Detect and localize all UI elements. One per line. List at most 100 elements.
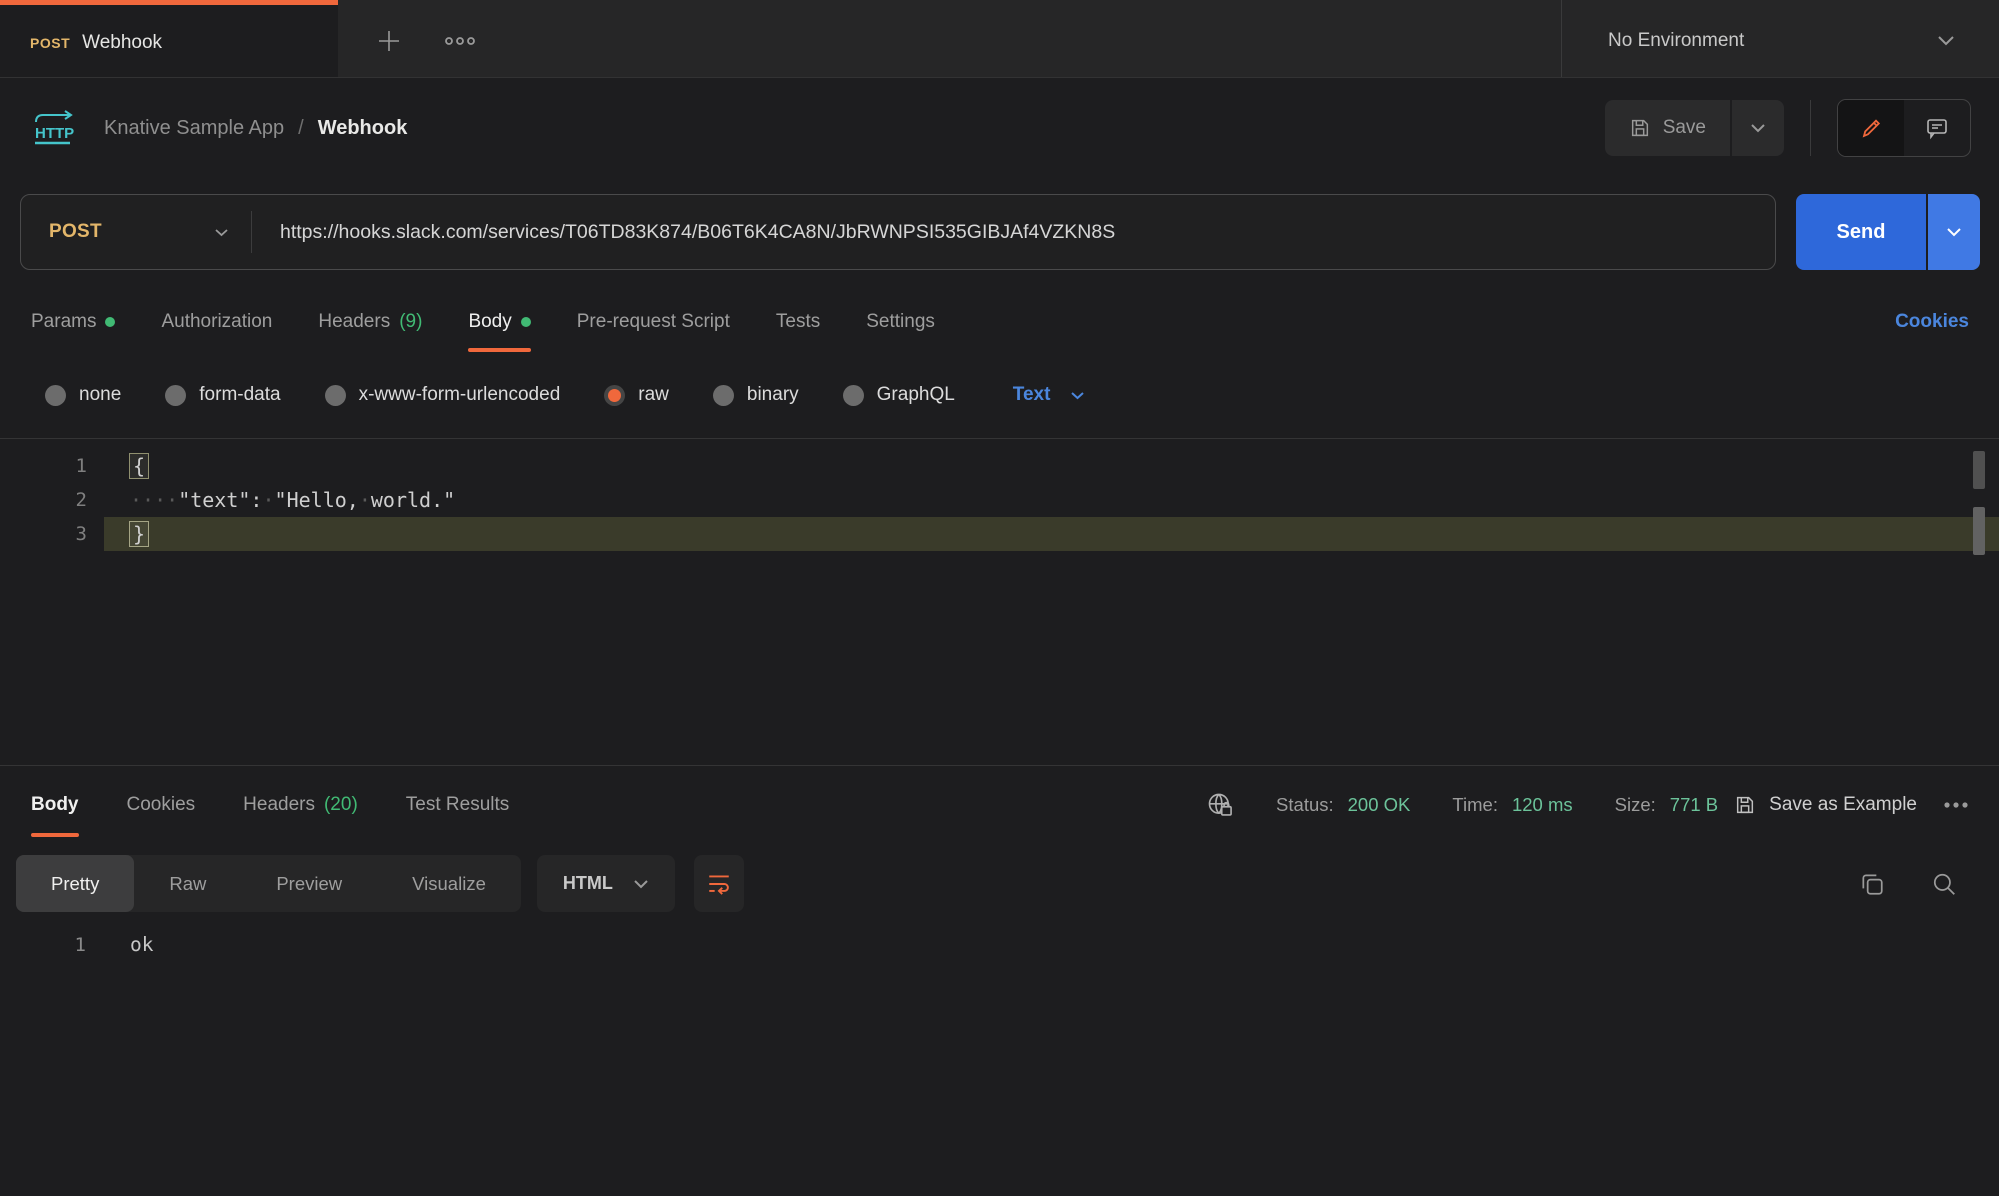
comments-button[interactable] — [1904, 100, 1970, 156]
request-tab-body[interactable]: Body — [468, 292, 530, 352]
breadcrumb: Knative Sample App / Webhook — [104, 117, 407, 140]
top-tab-bar: POST Webhook No Environment — [0, 0, 1999, 78]
code-text: } — [130, 517, 148, 551]
view-visualize[interactable]: Visualize — [377, 855, 521, 912]
radio-icon — [843, 385, 864, 406]
response-options-button[interactable] — [1943, 801, 1969, 809]
status-value: 200 OK — [1348, 794, 1411, 816]
save-button[interactable]: Save — [1605, 100, 1730, 156]
method-value: POST — [49, 221, 102, 243]
body-language-selector[interactable]: Text — [1013, 384, 1086, 406]
globe-lock-icon[interactable] — [1206, 791, 1234, 819]
view-label: Preview — [276, 873, 342, 895]
wrap-text-button[interactable] — [694, 855, 744, 912]
radio-icon — [713, 385, 734, 406]
body-type-graphql[interactable]: GraphQL — [843, 384, 955, 406]
radio-icon — [325, 385, 346, 406]
line-number: 3 — [0, 517, 87, 551]
request-tab-pre-request-script[interactable]: Pre-request Script — [577, 292, 730, 352]
method-selector[interactable]: POST — [21, 221, 251, 243]
response-body-viewer[interactable]: 1ok — [0, 912, 1999, 962]
editor-line[interactable]: 3} — [0, 517, 1999, 551]
environment-label: No Environment — [1608, 30, 1744, 52]
radio-icon — [45, 385, 66, 406]
tab-label: Cookies — [127, 794, 196, 816]
new-tab-button[interactable] — [376, 28, 402, 54]
request-body-editor[interactable]: 1{2····"text":·"Hello,·world."3} — [0, 438, 1999, 765]
editor-scrollbar-thumb[interactable] — [1973, 507, 1985, 555]
body-type-label: none — [79, 384, 121, 406]
view-pretty[interactable]: Pretty — [16, 855, 134, 912]
body-type-label: binary — [747, 384, 799, 406]
radio-icon — [604, 385, 625, 406]
send-button[interactable]: Send — [1796, 194, 1926, 270]
http-request-icon: HTTP — [32, 110, 78, 146]
unsaved-dot — [521, 317, 531, 327]
search-response-button[interactable] — [1931, 871, 1957, 897]
line-number: 1 — [0, 928, 86, 962]
response-format-selector[interactable]: HTML — [537, 855, 675, 912]
tab-label: Body — [468, 311, 511, 333]
chevron-down-icon — [1937, 35, 1955, 46]
response-tab-test-results[interactable]: Test Results — [406, 766, 509, 843]
request-tab-tests[interactable]: Tests — [776, 292, 820, 352]
response-tab-headers[interactable]: Headers(20) — [243, 766, 358, 843]
view-raw[interactable]: Raw — [134, 855, 241, 912]
save-options-button[interactable] — [1732, 100, 1784, 156]
editor-line[interactable]: 2····"text":·"Hello,·world." — [0, 483, 1999, 517]
body-type-binary[interactable]: binary — [713, 384, 799, 406]
comment-icon — [1925, 116, 1949, 140]
request-tab-settings[interactable]: Settings — [866, 292, 935, 352]
request-tab-params[interactable]: Params — [31, 292, 115, 352]
body-type-x-www-form-urlencoded[interactable]: x-www-form-urlencoded — [325, 384, 561, 406]
response-tab-body[interactable]: Body — [31, 766, 79, 843]
body-type-none[interactable]: none — [45, 384, 121, 406]
cookies-link[interactable]: Cookies — [1895, 311, 1969, 333]
send-button-label: Send — [1837, 221, 1886, 244]
body-type-form-data[interactable]: form-data — [165, 384, 280, 406]
unsaved-dot — [105, 317, 115, 327]
time-label: Time: — [1452, 794, 1498, 816]
save-as-example-label: Save as Example — [1769, 794, 1917, 816]
breadcrumb-request-name[interactable]: Webhook — [318, 117, 408, 140]
response-tab-cookies[interactable]: Cookies — [127, 766, 196, 843]
open-request-tab[interactable]: POST Webhook — [0, 0, 338, 77]
request-header-bar: HTTP Knative Sample App / Webhook Save — [0, 78, 1999, 178]
chevron-down-icon — [214, 228, 229, 237]
url-input[interactable]: https://hooks.slack.com/services/T06TD83… — [280, 221, 1115, 244]
body-type-raw[interactable]: raw — [604, 384, 669, 406]
divider — [251, 211, 252, 253]
language-value: Text — [1013, 384, 1051, 406]
environment-selector[interactable]: No Environment — [1561, 0, 1999, 77]
line-number: 2 — [0, 483, 87, 517]
view-label: Raw — [169, 873, 206, 895]
tab-title: Webhook — [82, 32, 162, 54]
edit-mode-button[interactable] — [1838, 100, 1904, 156]
editor-scrollbar-thumb[interactable] — [1973, 451, 1985, 489]
pencil-icon — [1859, 116, 1883, 140]
more-options-icon — [1943, 801, 1969, 809]
request-tab-headers[interactable]: Headers (9) — [318, 292, 422, 352]
tab-label: Pre-request Script — [577, 311, 730, 333]
tab-options-button[interactable] — [444, 36, 476, 46]
request-url-row: POST https://hooks.slack.com/services/T0… — [20, 194, 1999, 270]
save-as-example-button[interactable]: Save as Example — [1734, 794, 1917, 816]
body-type-label: raw — [638, 384, 669, 406]
request-tab-authorization[interactable]: Authorization — [161, 292, 272, 352]
tab-label: Body — [31, 794, 79, 816]
tab-label: Headers — [318, 311, 390, 333]
send-options-button[interactable] — [1928, 194, 1980, 270]
more-options-icon — [444, 36, 476, 46]
breadcrumb-collection[interactable]: Knative Sample App — [104, 117, 284, 140]
line-number: 1 — [0, 449, 87, 483]
editor-line[interactable]: 1{ — [0, 449, 1999, 483]
tab-count: (9) — [399, 311, 422, 333]
response-meta-bar: BodyCookiesHeaders(20)Test Results Statu… — [0, 765, 1999, 843]
tab-label: Authorization — [161, 311, 272, 333]
view-label: Visualize — [412, 873, 486, 895]
response-line: 1ok — [0, 928, 1999, 962]
wrap-text-icon — [706, 871, 732, 897]
copy-response-button[interactable] — [1859, 871, 1885, 897]
divider — [1810, 100, 1811, 156]
view-preview[interactable]: Preview — [241, 855, 377, 912]
